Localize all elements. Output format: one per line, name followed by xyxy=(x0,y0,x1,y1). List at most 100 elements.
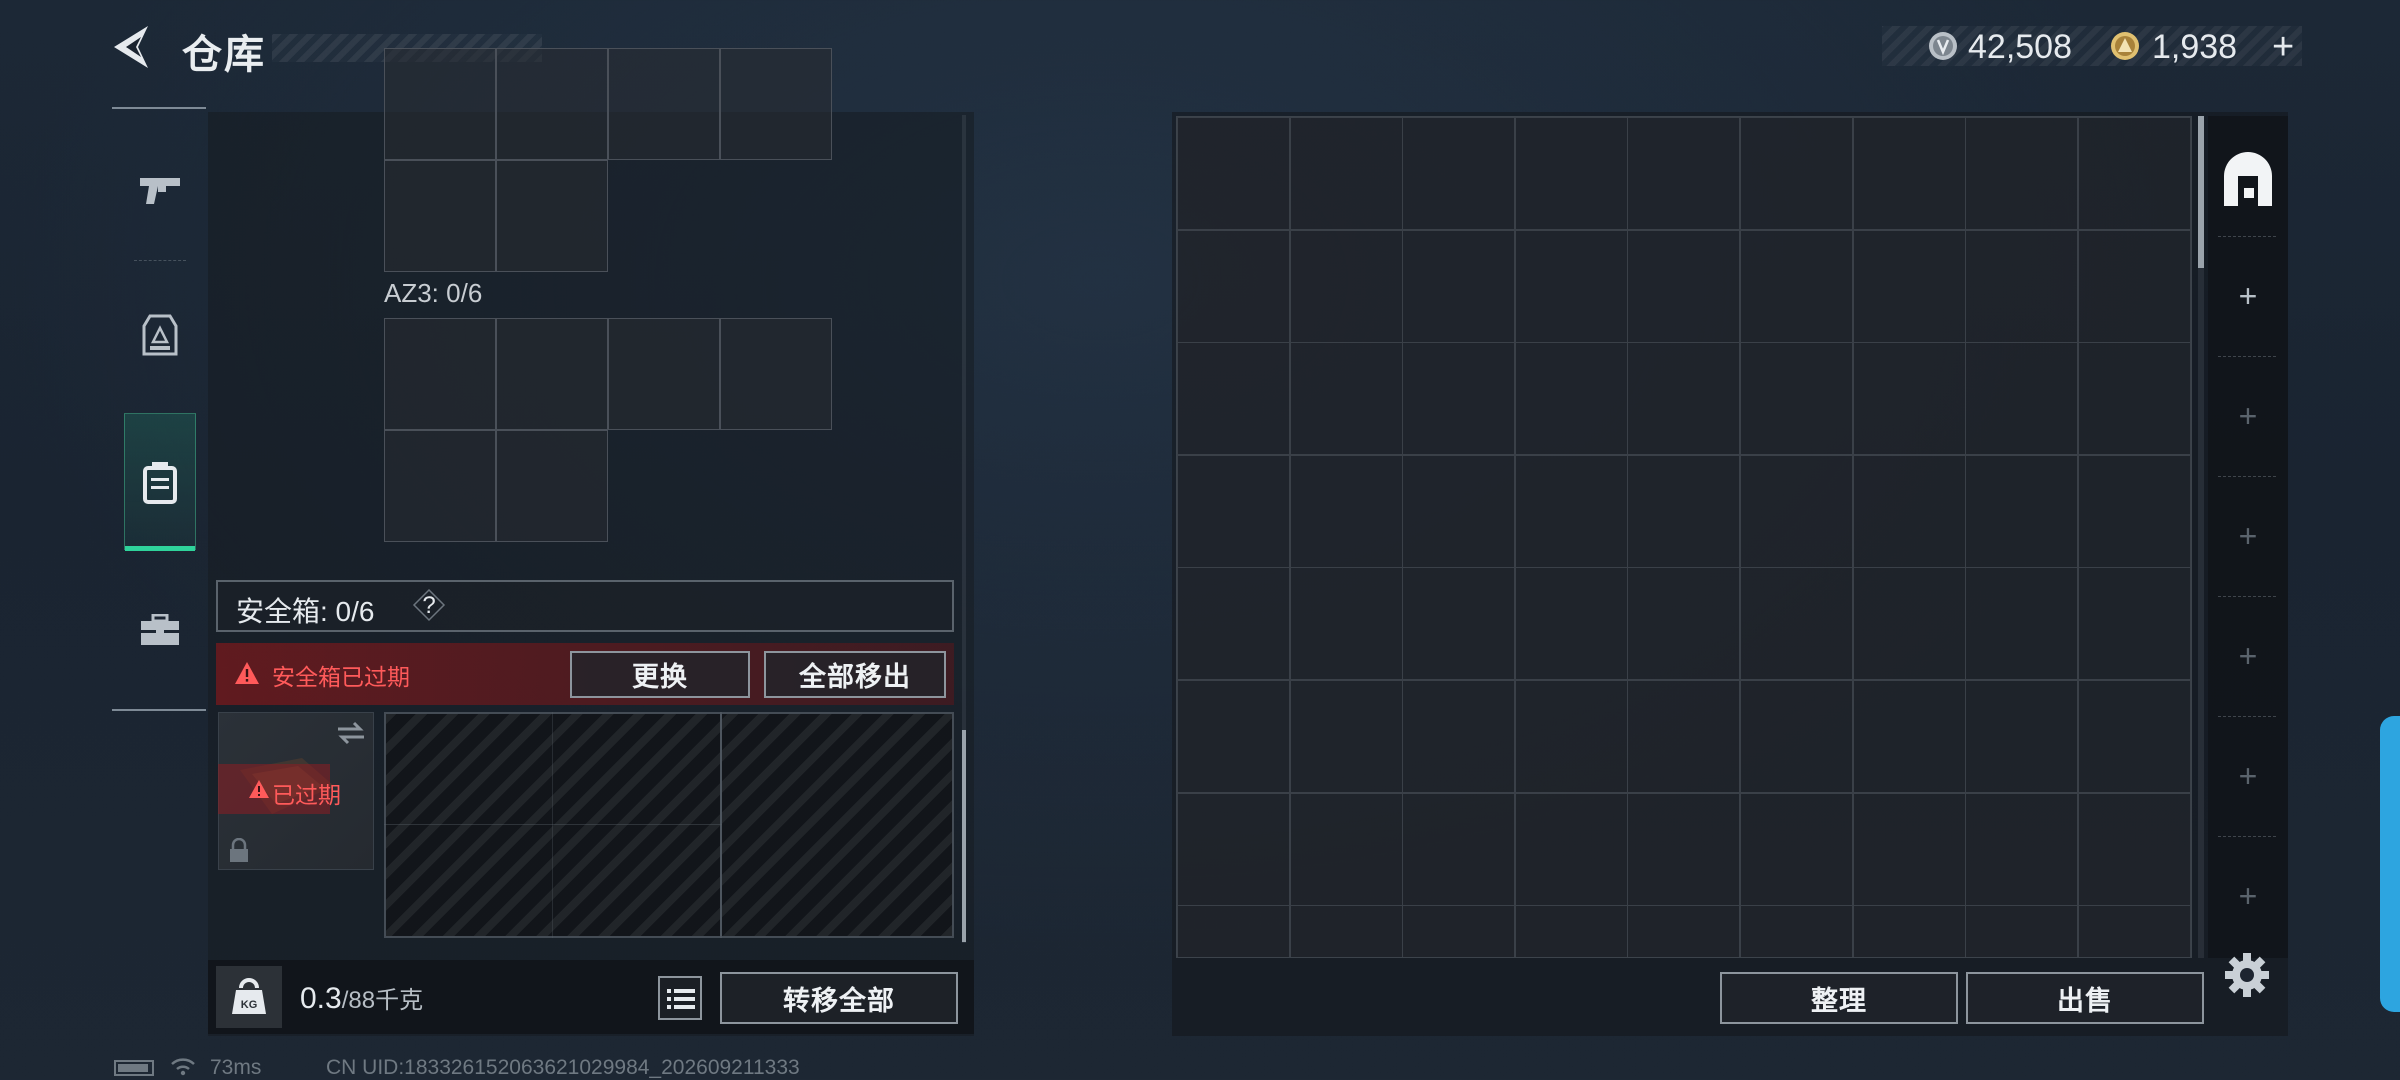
stash-slot[interactable] xyxy=(1514,680,1628,793)
stash-slot[interactable] xyxy=(1965,567,2079,681)
container-slot[interactable] xyxy=(496,48,608,160)
container-slot[interactable] xyxy=(384,160,496,272)
stash-slot[interactable] xyxy=(1965,454,2079,568)
az3-slot[interactable] xyxy=(384,430,496,542)
stash-slot[interactable] xyxy=(1402,680,1516,793)
stash-slot[interactable] xyxy=(1514,229,1628,343)
sell-button[interactable]: 出售 xyxy=(1966,972,2204,1024)
stash-slot[interactable] xyxy=(1852,454,1966,568)
stash-slot[interactable] xyxy=(2077,905,2191,957)
stash-slot[interactable] xyxy=(1289,229,1403,343)
stash-slot[interactable] xyxy=(1177,680,1290,793)
stash-slot[interactable] xyxy=(1627,229,1741,343)
az3-slot[interactable] xyxy=(496,430,608,542)
stash-slot[interactable] xyxy=(1289,567,1403,681)
container-slot[interactable] xyxy=(608,48,720,160)
stash-slot[interactable] xyxy=(1289,342,1403,456)
stash-slot[interactable] xyxy=(1514,792,1628,906)
replace-button[interactable]: 更换 xyxy=(570,651,750,698)
stash-slot[interactable] xyxy=(1514,567,1628,681)
stash-slot[interactable] xyxy=(1289,905,1403,957)
stash-slot[interactable] xyxy=(1402,342,1516,456)
stash-slot[interactable] xyxy=(1852,680,1966,793)
stash-slot[interactable] xyxy=(1740,342,1853,456)
nav-weapons[interactable] xyxy=(124,130,196,250)
settings-button[interactable] xyxy=(2222,950,2272,1000)
stash-slot[interactable] xyxy=(1402,117,1516,230)
az3-slot[interactable] xyxy=(608,318,720,430)
side-drawer-handle[interactable] xyxy=(2380,716,2400,1012)
stash-slot[interactable] xyxy=(1740,680,1853,793)
stash-slot[interactable] xyxy=(1514,454,1628,568)
az3-slot[interactable] xyxy=(720,318,832,430)
stash-slot[interactable] xyxy=(1852,117,1966,230)
stash-slot[interactable] xyxy=(1289,792,1403,906)
stash-slot[interactable] xyxy=(2077,792,2191,906)
stash-slot[interactable] xyxy=(1402,454,1516,568)
stash-slot[interactable] xyxy=(2077,567,2191,681)
stash-slot[interactable] xyxy=(1627,117,1741,230)
stash-slot[interactable] xyxy=(1627,567,1741,681)
stash-slot[interactable] xyxy=(1514,342,1628,456)
stash-slot[interactable] xyxy=(2077,117,2191,230)
transfer-all-button[interactable]: 转移全部 xyxy=(720,972,958,1024)
help-icon[interactable]: ? xyxy=(412,588,446,622)
stash-slot[interactable] xyxy=(1740,117,1853,230)
stash-slot[interactable] xyxy=(2077,342,2191,456)
stash-slot[interactable] xyxy=(1177,342,1290,456)
stash-slot[interactable] xyxy=(1740,454,1853,568)
stash-slot[interactable] xyxy=(1177,567,1290,681)
list-view-button[interactable] xyxy=(658,976,702,1020)
stash-slot[interactable] xyxy=(1627,680,1741,793)
nav-gear[interactable] xyxy=(124,276,196,396)
stash-slot[interactable] xyxy=(1627,342,1741,456)
stash-slot[interactable] xyxy=(1965,117,2079,230)
stash-slot[interactable] xyxy=(1965,792,2079,906)
stash-slot[interactable] xyxy=(1965,680,2079,793)
container-slot[interactable] xyxy=(496,160,608,272)
stash-slot[interactable] xyxy=(1177,229,1290,343)
stash-slot[interactable] xyxy=(1852,342,1966,456)
az3-slot[interactable] xyxy=(384,318,496,430)
stash-slot[interactable] xyxy=(1514,905,1628,957)
stash-slot[interactable] xyxy=(1177,905,1290,957)
stash-slot[interactable] xyxy=(2077,229,2191,343)
stash-slot[interactable] xyxy=(1740,792,1853,906)
stash-slot[interactable] xyxy=(1289,680,1403,793)
stash-slot[interactable] xyxy=(2077,680,2191,793)
stash-slot[interactable] xyxy=(1627,454,1741,568)
stash-slot[interactable] xyxy=(1402,905,1516,957)
stash-slot[interactable] xyxy=(1402,229,1516,343)
stash-slot[interactable] xyxy=(1852,905,1966,957)
nav-toolbox[interactable] xyxy=(124,570,196,690)
stash-slot[interactable] xyxy=(1402,567,1516,681)
stash-slot[interactable] xyxy=(1289,454,1403,568)
add-currency-button[interactable]: + xyxy=(2272,26,2294,69)
remove-all-button[interactable]: 全部移出 xyxy=(764,651,946,698)
swap-icon[interactable] xyxy=(336,720,366,746)
stash-scroll-thumb[interactable] xyxy=(2198,116,2204,268)
stash-slot[interactable] xyxy=(1402,792,1516,906)
inventory-scroll-thumb[interactable] xyxy=(962,730,966,942)
stash-slot[interactable] xyxy=(1177,454,1290,568)
stash-slot[interactable] xyxy=(1289,117,1403,230)
stash-slot[interactable] xyxy=(1514,117,1628,230)
stash-slot[interactable] xyxy=(1852,567,1966,681)
stash-slot[interactable] xyxy=(1740,229,1853,343)
add-stash-tab-button[interactable]: + xyxy=(2208,266,2288,326)
stash-slot[interactable] xyxy=(1740,567,1853,681)
container-slot[interactable] xyxy=(720,48,832,160)
sort-button[interactable]: 整理 xyxy=(1720,972,1958,1024)
stash-slot[interactable] xyxy=(1852,229,1966,343)
stash-slot[interactable] xyxy=(1852,792,1966,906)
stash-slot[interactable] xyxy=(1177,117,1290,230)
container-slot[interactable] xyxy=(384,48,496,160)
stash-slot[interactable] xyxy=(1965,229,2079,343)
nav-backpack[interactable] xyxy=(124,413,196,551)
stash-slot[interactable] xyxy=(1965,905,2079,957)
back-button[interactable] xyxy=(108,22,158,72)
stash-slot[interactable] xyxy=(2077,454,2191,568)
az3-slot[interactable] xyxy=(496,318,608,430)
stash-slot[interactable] xyxy=(1627,905,1741,957)
stash-tab-main[interactable] xyxy=(2216,148,2280,212)
